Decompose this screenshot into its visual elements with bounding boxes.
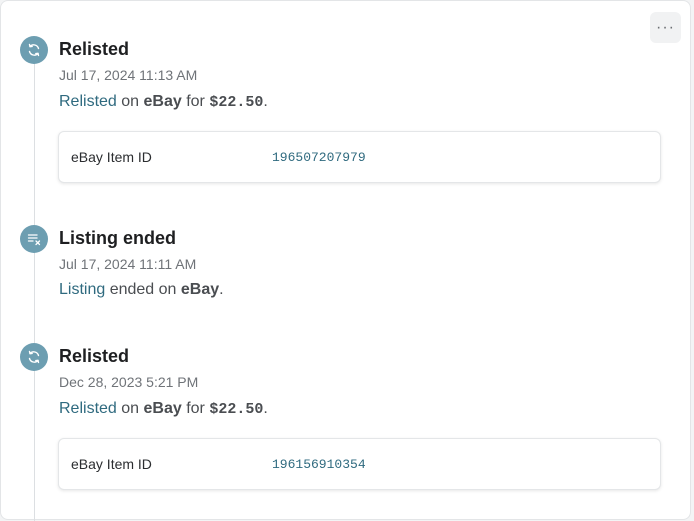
price-value: $22.50 — [209, 401, 264, 418]
marketplace-name: eBay — [180, 281, 220, 298]
desc-text: on — [116, 400, 144, 417]
relisted-link[interactable]: Relisted — [59, 400, 117, 417]
event-description: Relisted on eBay for $22.50. — [59, 400, 268, 418]
event-date: Dec 28, 2023 5:21 PM — [59, 374, 199, 390]
desc-text: for — [181, 93, 210, 110]
marketplace-name: eBay — [143, 93, 182, 110]
item-id-label: eBay Item ID — [71, 149, 152, 165]
desc-text: for — [181, 400, 210, 417]
desc-text: . — [263, 400, 268, 417]
item-id-value[interactable]: 196156910354 — [272, 457, 366, 472]
event-title: Relisted — [59, 39, 130, 59]
item-id-label: eBay Item ID — [71, 456, 152, 472]
event-description: Listing ended on eBay. — [59, 281, 224, 299]
item-id-box: eBay Item ID 196156910354 — [58, 438, 661, 490]
more-options-icon: ··· — [656, 18, 675, 36]
item-id-box: eBay Item ID 196507207979 — [58, 131, 661, 183]
relist-icon — [20, 343, 48, 371]
listing-link[interactable]: Listing — [59, 281, 105, 298]
item-id-value[interactable]: 196507207979 — [272, 150, 366, 165]
relisted-link[interactable]: Relisted — [59, 93, 117, 110]
more-options-button[interactable]: ··· — [650, 12, 681, 43]
event-date: Jul 17, 2024 11:11 AM — [59, 256, 197, 272]
event-title: Relisted — [59, 346, 130, 366]
desc-text: . — [263, 93, 268, 110]
desc-text: ended on — [105, 281, 181, 298]
activity-timeline-card: ··· Relisted Jul 17, 2024 11:13 AM Relis… — [0, 0, 691, 521]
event-title: Listing ended — [59, 228, 176, 248]
event-date: Jul 17, 2024 11:13 AM — [59, 67, 198, 83]
marketplace-name: eBay — [143, 400, 182, 417]
event-description: Relisted on eBay for $22.50. — [59, 93, 268, 111]
desc-text: . — [219, 281, 224, 298]
desc-text: on — [116, 93, 144, 110]
listing-ended-icon — [20, 225, 48, 253]
relist-icon — [20, 36, 48, 64]
price-value: $22.50 — [209, 94, 264, 111]
timeline-line — [34, 61, 35, 521]
